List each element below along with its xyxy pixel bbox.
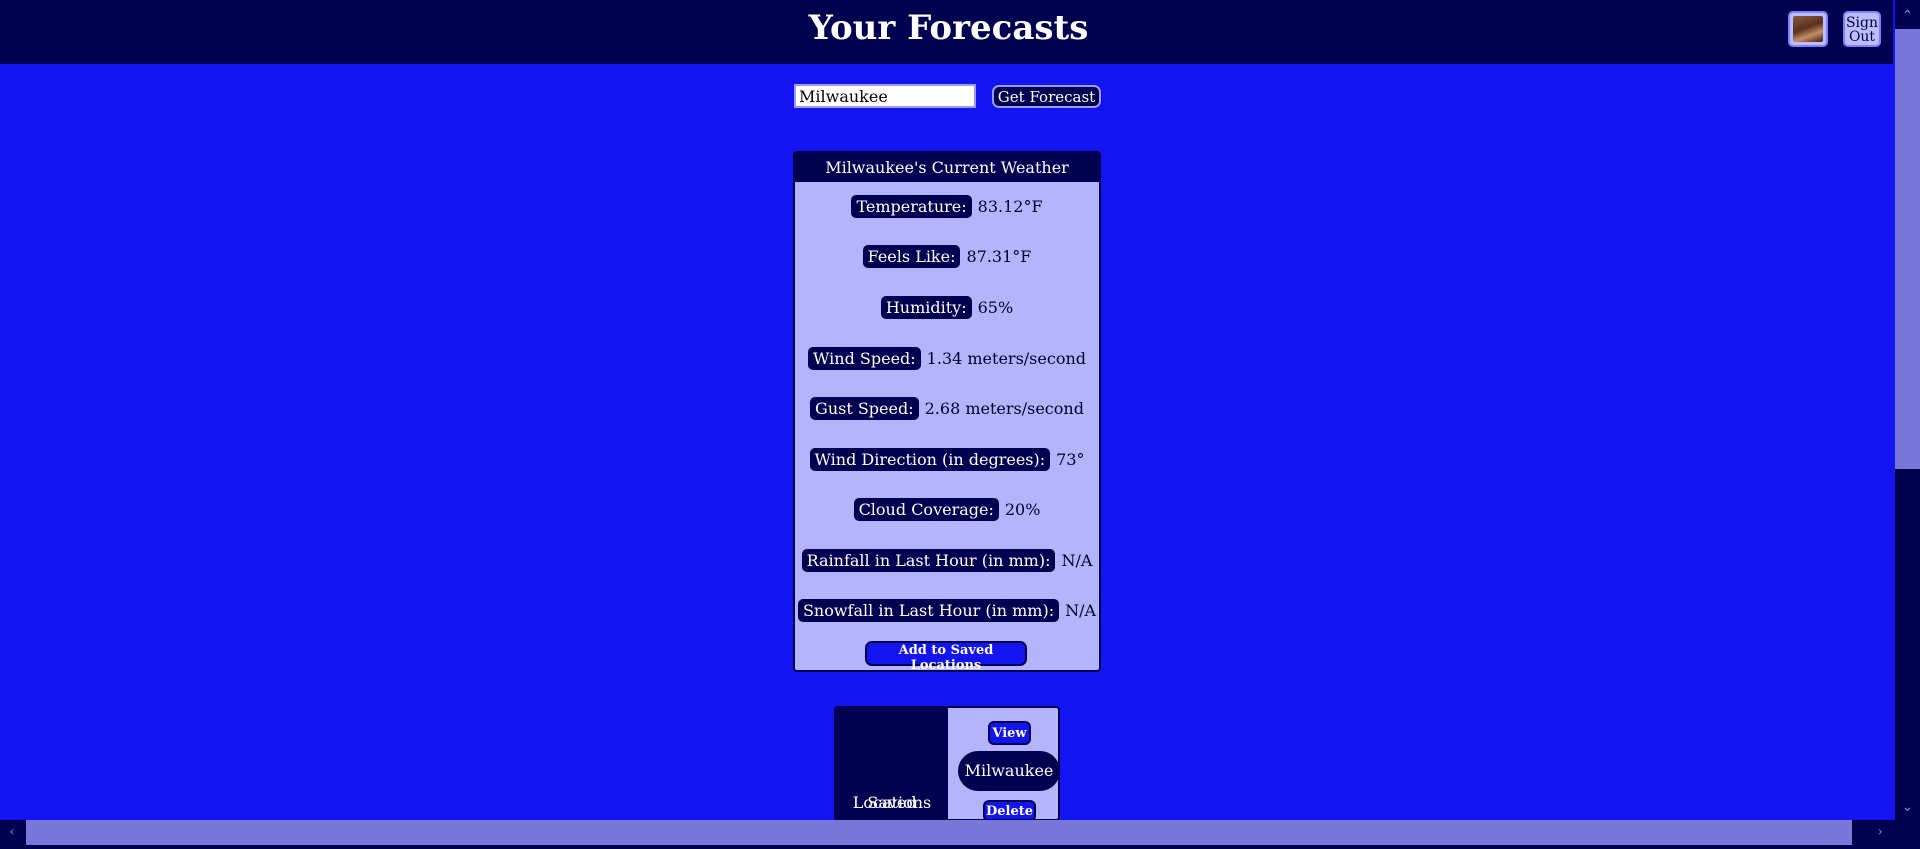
chevron-left-icon[interactable]: ‹	[0, 820, 24, 845]
wind-direction-label: Wind Direction (in degrees):	[809, 448, 1051, 471]
weather-row-rainfall: Rainfall in Last Hour (in mm): N/A	[795, 549, 1099, 572]
page-title: Your Forecasts	[808, 8, 1089, 48]
temperature-label: Temperature:	[851, 195, 972, 218]
city-search-input[interactable]	[794, 84, 976, 108]
weather-row-humidity: Humidity: 65%	[795, 296, 1099, 319]
delete-location-button[interactable]: Delete	[983, 800, 1036, 819]
weather-row-cloud-coverage: Cloud Coverage: 20%	[795, 498, 1099, 521]
app-header: Your Forecasts Sign Out	[0, 0, 1893, 64]
chevron-down-icon[interactable]: ⌄	[1895, 796, 1920, 818]
humidity-value: 65%	[977, 298, 1014, 317]
sign-out-label-line2: Out	[1848, 29, 1876, 45]
weather-row-wind-direction: Wind Direction (in degrees): 73°	[795, 448, 1099, 471]
add-to-saved-locations-button[interactable]: Add to Saved Locations	[865, 641, 1027, 670]
cloud-coverage-value: 20%	[1004, 500, 1041, 519]
weather-row-snowfall: Snowfall in Last Hour (in mm): N/A	[795, 599, 1099, 622]
chevron-up-icon[interactable]: ⌃	[1895, 5, 1920, 27]
gust-speed-label: Gust Speed:	[810, 397, 919, 420]
wind-speed-value: 1.34 meters/second	[926, 349, 1086, 368]
horizontal-scroll-thumb[interactable]	[26, 820, 1852, 845]
weather-row-wind-speed: Wind Speed: 1.34 meters/second	[795, 347, 1099, 370]
user-avatar-icon	[1793, 16, 1823, 42]
profile-button[interactable]	[1788, 11, 1828, 47]
humidity-label: Humidity:	[880, 296, 972, 319]
vertical-scroll-thumb[interactable]	[1895, 29, 1920, 469]
horizontal-scrollbar[interactable]: ‹ ›	[0, 820, 1920, 849]
feels-like-label: Feels Like:	[862, 245, 961, 268]
saved-locations-heading: Saved Locations	[836, 708, 948, 819]
cloud-coverage-label: Cloud Coverage:	[853, 498, 999, 521]
weather-row-feels-like: Feels Like: 87.31°F	[795, 245, 1099, 268]
temperature-value: 83.12°F	[977, 197, 1043, 216]
sign-out-button[interactable]: Sign Out	[1843, 11, 1881, 47]
vertical-scrollbar[interactable]: ⌃ ⌄	[1895, 0, 1920, 820]
get-forecast-button[interactable]: Get Forecast	[992, 85, 1101, 108]
wind-speed-label: Wind Speed:	[807, 347, 921, 370]
gust-speed-value: 2.68 meters/second	[924, 399, 1084, 418]
saved-heading-line2: Locations	[852, 793, 932, 812]
snowfall-value: N/A	[1065, 601, 1097, 620]
weather-card-title: Milwaukee's Current Weather	[795, 153, 1099, 182]
saved-location-item[interactable]: Milwaukee	[958, 751, 1058, 791]
weather-row-gust-speed: Gust Speed: 2.68 meters/second	[795, 397, 1099, 420]
snowfall-label: Snowfall in Last Hour (in mm):	[797, 599, 1060, 622]
chevron-right-icon[interactable]: ›	[1868, 820, 1892, 845]
wind-direction-value: 73°	[1056, 450, 1085, 469]
view-location-button[interactable]: View	[988, 721, 1031, 745]
feels-like-value: 87.31°F	[966, 247, 1032, 266]
current-weather-card: Milwaukee's Current Weather Temperature:…	[793, 151, 1101, 672]
saved-locations-panel: Saved Locations View Milwaukee Delete	[834, 706, 1060, 821]
weather-row-temperature: Temperature: 83.12°F	[795, 195, 1099, 218]
rainfall-label: Rainfall in Last Hour (in mm):	[801, 549, 1056, 572]
rainfall-value: N/A	[1061, 551, 1093, 570]
